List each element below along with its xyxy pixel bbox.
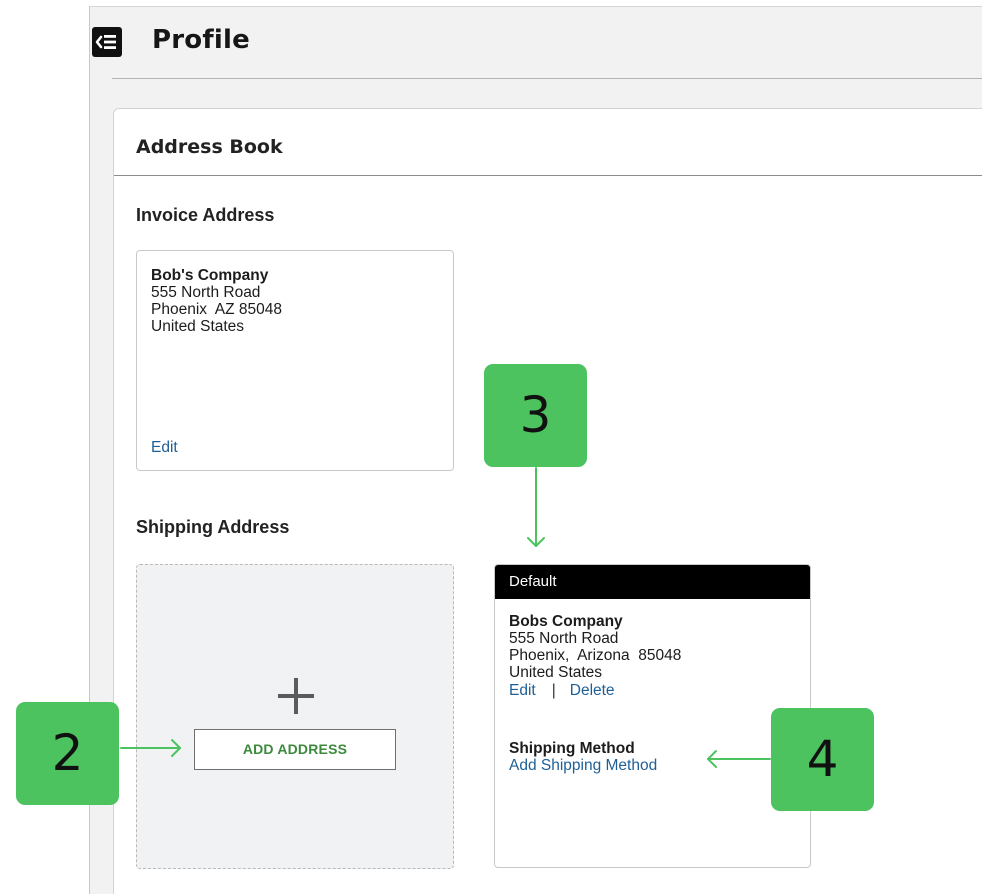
arrow-to-shipping-method bbox=[707, 750, 771, 768]
callout-arrows bbox=[120, 467, 771, 768]
arrow-to-add-address bbox=[120, 739, 181, 757]
arrow-to-default-card bbox=[527, 467, 545, 547]
screenshot-stage: Profile Address Book Invoice Address Bob… bbox=[0, 0, 982, 894]
